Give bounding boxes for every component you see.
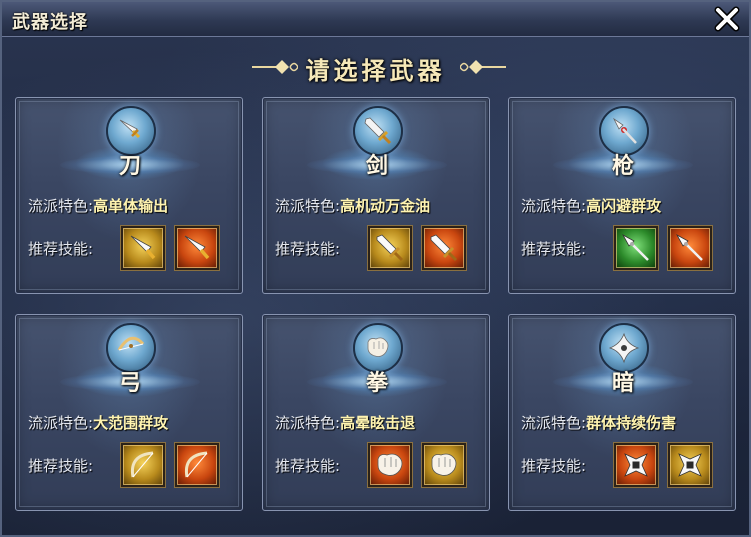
skill-slot-1[interactable]: [368, 443, 412, 487]
trait-row: 流派特色:高闪避群攻: [521, 195, 661, 216]
weapon-card-shuriken[interactable]: 暗 流派特色:群体持续伤害 推荐技能:: [508, 314, 736, 511]
trait-value: 大范围群攻: [93, 414, 169, 432]
saber-skill-icon: [130, 235, 156, 260]
close-icon: [714, 6, 740, 32]
weapon-name: 刀: [118, 153, 141, 179]
weapon-name: 枪: [611, 153, 634, 179]
weapon-card-fist[interactable]: 拳 流派特色:高晕眩击退 推荐技能:: [262, 314, 490, 511]
close-button[interactable]: [713, 5, 741, 33]
fist-skill-icon: [377, 453, 403, 476]
trait-label: 流派特色:: [275, 414, 341, 432]
shuriken-skill-icon: [624, 453, 648, 477]
bow-skill-icon: [184, 451, 208, 478]
skill-slot-2[interactable]: [668, 226, 712, 270]
skill-label: 推荐技能:: [275, 457, 341, 475]
weapon-name: 剑: [365, 153, 388, 179]
weapon-card-saber[interactable]: 刀 流派特色:高单体输出 推荐技能:: [15, 97, 243, 294]
ornament-left-icon: [252, 60, 298, 74]
weapon-card-bow[interactable]: 弓 流派特色:大范围群攻 推荐技能:: [15, 314, 243, 511]
trait-value: 群体持续伤害: [586, 414, 677, 432]
skill-slot-2[interactable]: [422, 443, 466, 487]
weapon-select-window: 武器选择 请选择武器 刀 流派特色:高单体输出 推荐技能: 剑 流派特色:高机动…: [0, 0, 751, 537]
window-title: 武器选择: [12, 12, 88, 33]
weapon-name: 暗: [611, 370, 634, 396]
spear-skill-icon: [675, 233, 703, 261]
skill-label: 推荐技能:: [275, 240, 341, 258]
trait-row: 流派特色:大范围群攻: [28, 412, 168, 433]
trait-label: 流派特色:: [28, 414, 94, 432]
skill-slot-2[interactable]: [175, 443, 219, 487]
weapon-card-sword[interactable]: 剑 流派特色:高机动万金油 推荐技能:: [262, 97, 490, 294]
trait-value: 高闪避群攻: [586, 197, 662, 215]
skill-slot-1[interactable]: [614, 443, 658, 487]
weapon-name: 弓: [118, 370, 141, 396]
trait-label: 流派特色:: [28, 197, 94, 215]
trait-value: 高单体输出: [93, 197, 169, 215]
ornament-right-icon: [460, 60, 506, 74]
section-header: 请选择武器: [2, 47, 749, 87]
skill-slot-1[interactable]: [121, 226, 165, 270]
saber-skill-icon: [184, 235, 210, 260]
sword-skill-icon: [376, 234, 404, 262]
trait-row: 流派特色:高机动万金油: [275, 195, 430, 216]
title-bar: 武器选择: [2, 2, 749, 37]
header-title: 请选择武器: [305, 56, 446, 85]
weapon-card-spear[interactable]: 枪 流派特色:高闪避群攻 推荐技能:: [508, 97, 736, 294]
skill-slot-2[interactable]: [175, 226, 219, 270]
trait-row: 流派特色:群体持续伤害: [521, 412, 676, 433]
spear-skill-icon: [621, 233, 649, 261]
skill-slot-2[interactable]: [668, 443, 712, 487]
shuriken-skill-icon: [678, 453, 702, 477]
skill-slot-1[interactable]: [614, 226, 658, 270]
bow-skill-icon: [130, 451, 154, 478]
skill-label: 推荐技能:: [521, 240, 587, 258]
trait-label: 流派特色:: [521, 414, 587, 432]
skill-label: 推荐技能:: [28, 240, 94, 258]
fist-skill-icon: [431, 453, 457, 476]
trait-value: 高机动万金油: [340, 197, 431, 215]
trait-row: 流派特色:高单体输出: [28, 195, 168, 216]
trait-row: 流派特色:高晕眩击退: [275, 412, 415, 433]
skill-slot-1[interactable]: [368, 226, 412, 270]
trait-value: 高晕眩击退: [340, 414, 416, 432]
sword-skill-icon: [430, 234, 458, 262]
skill-label: 推荐技能:: [28, 457, 94, 475]
skill-slot-2[interactable]: [422, 226, 466, 270]
skill-slot-1[interactable]: [121, 443, 165, 487]
trait-label: 流派特色:: [521, 197, 587, 215]
trait-label: 流派特色:: [275, 197, 341, 215]
weapon-name: 拳: [365, 370, 388, 396]
skill-label: 推荐技能:: [521, 457, 587, 475]
